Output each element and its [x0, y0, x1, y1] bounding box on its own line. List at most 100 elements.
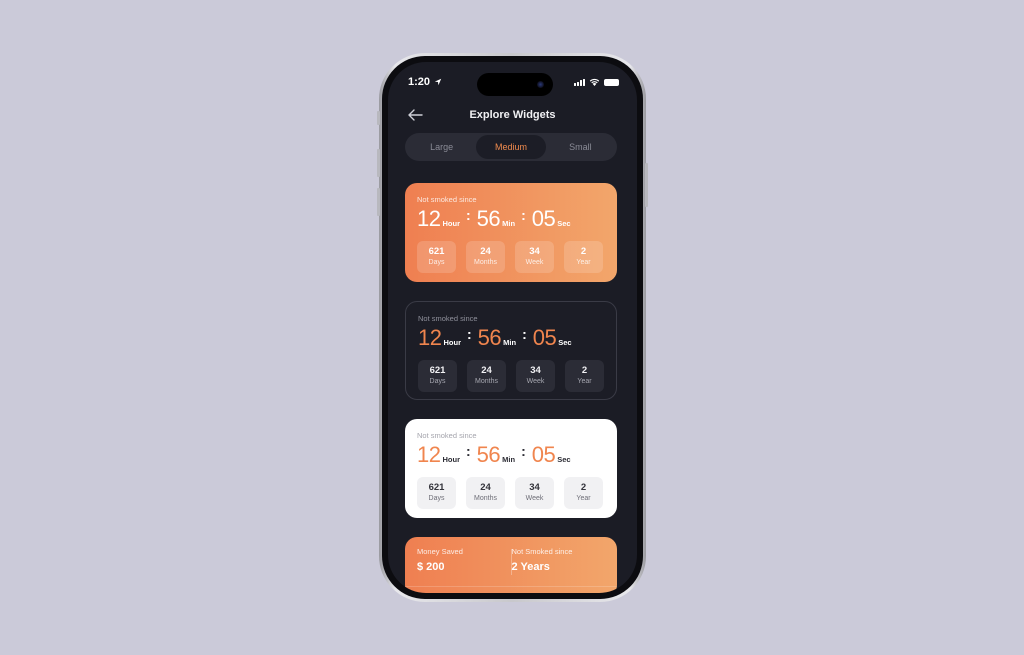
dynamic-island — [477, 73, 553, 96]
stat-months: 24 Months — [467, 360, 506, 392]
stat-value: 2 — [581, 365, 588, 376]
timer-minutes: 56 — [476, 206, 501, 231]
app-screen: 1:20 Explore Widgets Large Medium Small … — [388, 62, 637, 593]
stat-label: Days — [428, 495, 445, 502]
status-icons — [574, 78, 619, 86]
stat-value: 2 — [580, 482, 587, 493]
timer-seconds: 05 — [532, 325, 557, 350]
stat-days: 621 Days — [417, 241, 456, 273]
stat-label: Days — [428, 259, 445, 266]
timer-minutes-unit: Min — [503, 338, 517, 347]
stats-row: 621 Days 24 Months 34 Week 2 Year — [417, 477, 605, 509]
timer-minutes: 56 — [476, 442, 501, 467]
stat-label: Months — [474, 259, 497, 266]
widget-dark[interactable]: Not smoked since 12 Hour : 56 Min : 05 S… — [405, 301, 617, 400]
stat-year: 2 Year — [564, 241, 603, 273]
stat-label: Week — [525, 259, 544, 266]
stat-week: 34 Week — [515, 241, 554, 273]
timer-seconds: 05 — [531, 206, 556, 231]
stat-week: 34 Week — [515, 477, 554, 509]
page-title: Explore Widgets — [469, 109, 556, 121]
stat-days: 621 Days — [418, 360, 457, 392]
stat-value: 621 — [428, 246, 445, 257]
timer-separator: : — [521, 443, 526, 459]
widget-caption: Not smoked since — [418, 314, 478, 323]
cellular-signal-icon — [574, 78, 585, 86]
timer-hours-unit: Hour — [442, 219, 460, 228]
timer-seconds-unit: Sec — [557, 455, 571, 464]
phone-frame: 1:20 Explore Widgets Large Medium Small … — [377, 53, 648, 602]
volume-up-button — [377, 149, 380, 177]
stat-value: 24 — [481, 365, 492, 376]
money-saved-section: Money Saved $ 200 — [417, 547, 511, 587]
timer-seconds-unit: Sec — [558, 338, 572, 347]
widget-caption: Not smoked since — [417, 195, 477, 204]
stat-value: 34 — [530, 365, 541, 376]
timer-hours: 12 — [417, 206, 441, 231]
timer-hours: 12 — [418, 325, 442, 350]
stat-year: 2 Year — [564, 477, 603, 509]
timer-minutes-unit: Min — [502, 455, 516, 464]
timer-minutes-unit: Min — [502, 219, 516, 228]
volume-down-button — [377, 188, 380, 216]
stat-value: 621 — [428, 482, 445, 493]
time-text: 1:20 — [408, 76, 431, 88]
size-segmented-control: Large Medium Small — [405, 133, 617, 161]
stat-value: 34 — [529, 246, 540, 257]
wifi-icon — [589, 78, 600, 86]
stat-week: 34 Week — [516, 360, 555, 392]
widget-light[interactable]: Not smoked since 12 Hour : 56 Min : 05 S… — [405, 419, 617, 518]
timer: 12 Hour : 56 Min : 05 Sec — [417, 207, 605, 235]
stat-value: 24 — [480, 482, 491, 493]
timer-seconds-unit: Sec — [557, 219, 571, 228]
stat-value: 24 — [480, 246, 491, 257]
power-button — [645, 163, 648, 207]
not-smoked-value: 2 Years — [511, 561, 550, 573]
money-saved-label: Money Saved — [417, 547, 463, 556]
stat-value: 621 — [429, 365, 446, 376]
stat-label: Months — [474, 495, 497, 502]
money-saved-value: $ 200 — [417, 561, 445, 573]
stats-row: 621 Days 24 Months 34 Week 2 Year — [418, 360, 604, 392]
stat-days: 621 Days — [417, 477, 456, 509]
status-time: 1:20 — [408, 76, 442, 88]
timer-separator: : — [466, 326, 472, 342]
tab-medium[interactable]: Medium — [476, 135, 546, 159]
stat-value: 2 — [580, 246, 587, 257]
stat-label: Week — [525, 495, 544, 502]
timer-separator: : — [521, 207, 526, 223]
divider — [405, 586, 617, 587]
stat-label: Days — [429, 378, 446, 385]
not-smoked-section: Not Smoked since 2 Years — [512, 547, 606, 587]
timer-hours-unit: Hour — [442, 455, 460, 464]
timer-hours: 12 — [417, 442, 441, 467]
timer: 12 Hour : 56 Min : 05 Sec — [418, 326, 604, 354]
timer-minutes: 56 — [477, 325, 502, 350]
timer-seconds: 05 — [531, 442, 556, 467]
timer-separator: : — [465, 207, 471, 223]
stat-label: Year — [576, 495, 591, 502]
nav-bar: Explore Widgets — [388, 102, 637, 132]
widget-caption: Not smoked since — [417, 431, 477, 440]
stat-months: 24 Months — [466, 477, 505, 509]
stat-value: 34 — [529, 482, 540, 493]
stat-year: 2 Year — [565, 360, 604, 392]
tab-large[interactable]: Large — [407, 135, 476, 159]
stats-row: 621 Days 24 Months 34 Week 2 Year — [417, 241, 605, 273]
timer-hours-unit: Hour — [443, 338, 461, 347]
tab-small[interactable]: Small — [546, 135, 615, 159]
timer-separator: : — [465, 443, 471, 459]
stat-label: Week — [526, 378, 545, 385]
not-smoked-label: Not Smoked since — [511, 547, 573, 556]
stat-months: 24 Months — [466, 241, 505, 273]
summary-widget[interactable]: Money Saved $ 200 Not Smoked since 2 Yea… — [405, 537, 617, 593]
widget-orange[interactable]: Not smoked since 12 Hour : 56 Min : 05 S… — [405, 183, 617, 282]
action-button — [377, 111, 380, 125]
battery-icon — [604, 78, 619, 86]
stat-label: Year — [577, 378, 592, 385]
stat-label: Year — [576, 259, 591, 266]
status-bar: 1:20 — [388, 62, 637, 102]
stat-label: Months — [475, 378, 498, 385]
camera-icon — [537, 81, 544, 88]
timer-separator: : — [522, 326, 527, 342]
